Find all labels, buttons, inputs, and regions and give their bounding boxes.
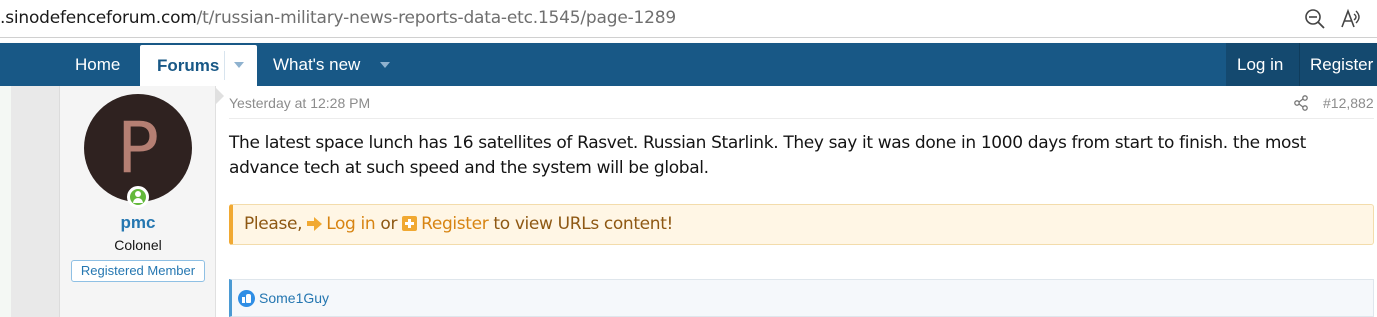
- left-gutter: [11, 86, 59, 317]
- user-banner: Registered Member: [71, 260, 205, 282]
- notice-register-link[interactable]: Register: [402, 214, 489, 234]
- user-title: Colonel: [114, 237, 162, 253]
- nav-forums-label: Forums: [157, 56, 220, 75]
- post-user-cell: P pmc Colonel Registered Member: [60, 86, 216, 317]
- login-notice: Please, Log in or Register to view URLs …: [229, 204, 1374, 245]
- notice-prefix: Please,: [244, 214, 308, 234]
- left-pane: [0, 86, 11, 317]
- username[interactable]: pmc: [60, 213, 216, 233]
- notice-login-label: Log in: [326, 214, 376, 234]
- read-aloud-icon[interactable]: [1340, 8, 1362, 30]
- reaction-user-link[interactable]: Some1Guy: [259, 290, 329, 306]
- login-link[interactable]: Log in: [1237, 43, 1283, 86]
- notice-register-label: Register: [421, 214, 489, 234]
- post-pointer-arrow: [216, 88, 224, 104]
- sign-in-icon: [307, 216, 323, 231]
- url-text[interactable]: .sinodefenceforum.com/t/russian-military…: [0, 8, 676, 28]
- nav-forums-tab[interactable]: Forums: [140, 45, 257, 86]
- browser-address-bar[interactable]: .sinodefenceforum.com/t/russian-military…: [0, 0, 1377, 38]
- online-status-icon: [127, 186, 149, 208]
- message-content: Yesterday at 12:28 PM #12,882 The latest…: [229, 86, 1374, 317]
- nav-bar: Home Forums What's new Log in Register: [0, 43, 1377, 86]
- chevron-down-icon[interactable]: [234, 62, 244, 68]
- reactions-bar: Some1Guy: [229, 279, 1374, 317]
- nav-whats-new-link[interactable]: What's new: [273, 43, 390, 86]
- notice-suffix: to view URLs content!: [488, 214, 673, 234]
- online-icon-head: [135, 191, 141, 197]
- nav-whats-new-label: What's new: [273, 55, 361, 74]
- post-number[interactable]: #12,882: [1323, 95, 1374, 111]
- post-date[interactable]: Yesterday at 12:28 PM: [229, 95, 370, 111]
- notice-or: or: [375, 214, 403, 234]
- post-header-divider: [229, 118, 1374, 119]
- register-link[interactable]: Register: [1310, 43, 1373, 86]
- share-icon[interactable]: [1293, 95, 1309, 111]
- plus-square-icon: [402, 216, 418, 231]
- notice-login-link[interactable]: Log in: [307, 214, 376, 234]
- nav-home-link[interactable]: Home: [75, 43, 120, 86]
- post-body-text: The latest space lunch has 16 satellites…: [229, 133, 1306, 178]
- online-icon-body: [133, 198, 143, 203]
- nav-divider: [1299, 43, 1300, 86]
- nav-forums-separator: [224, 51, 225, 80]
- url-path: /t/russian-military-news-reports-data-et…: [196, 8, 677, 28]
- like-icon[interactable]: [238, 290, 255, 307]
- forum-post: P pmc Colonel Registered Member Yesterda…: [59, 86, 1377, 317]
- chevron-down-icon[interactable]: [380, 62, 390, 68]
- url-host: .sinodefenceforum.com: [0, 8, 197, 28]
- zoom-out-icon[interactable]: [1304, 8, 1326, 30]
